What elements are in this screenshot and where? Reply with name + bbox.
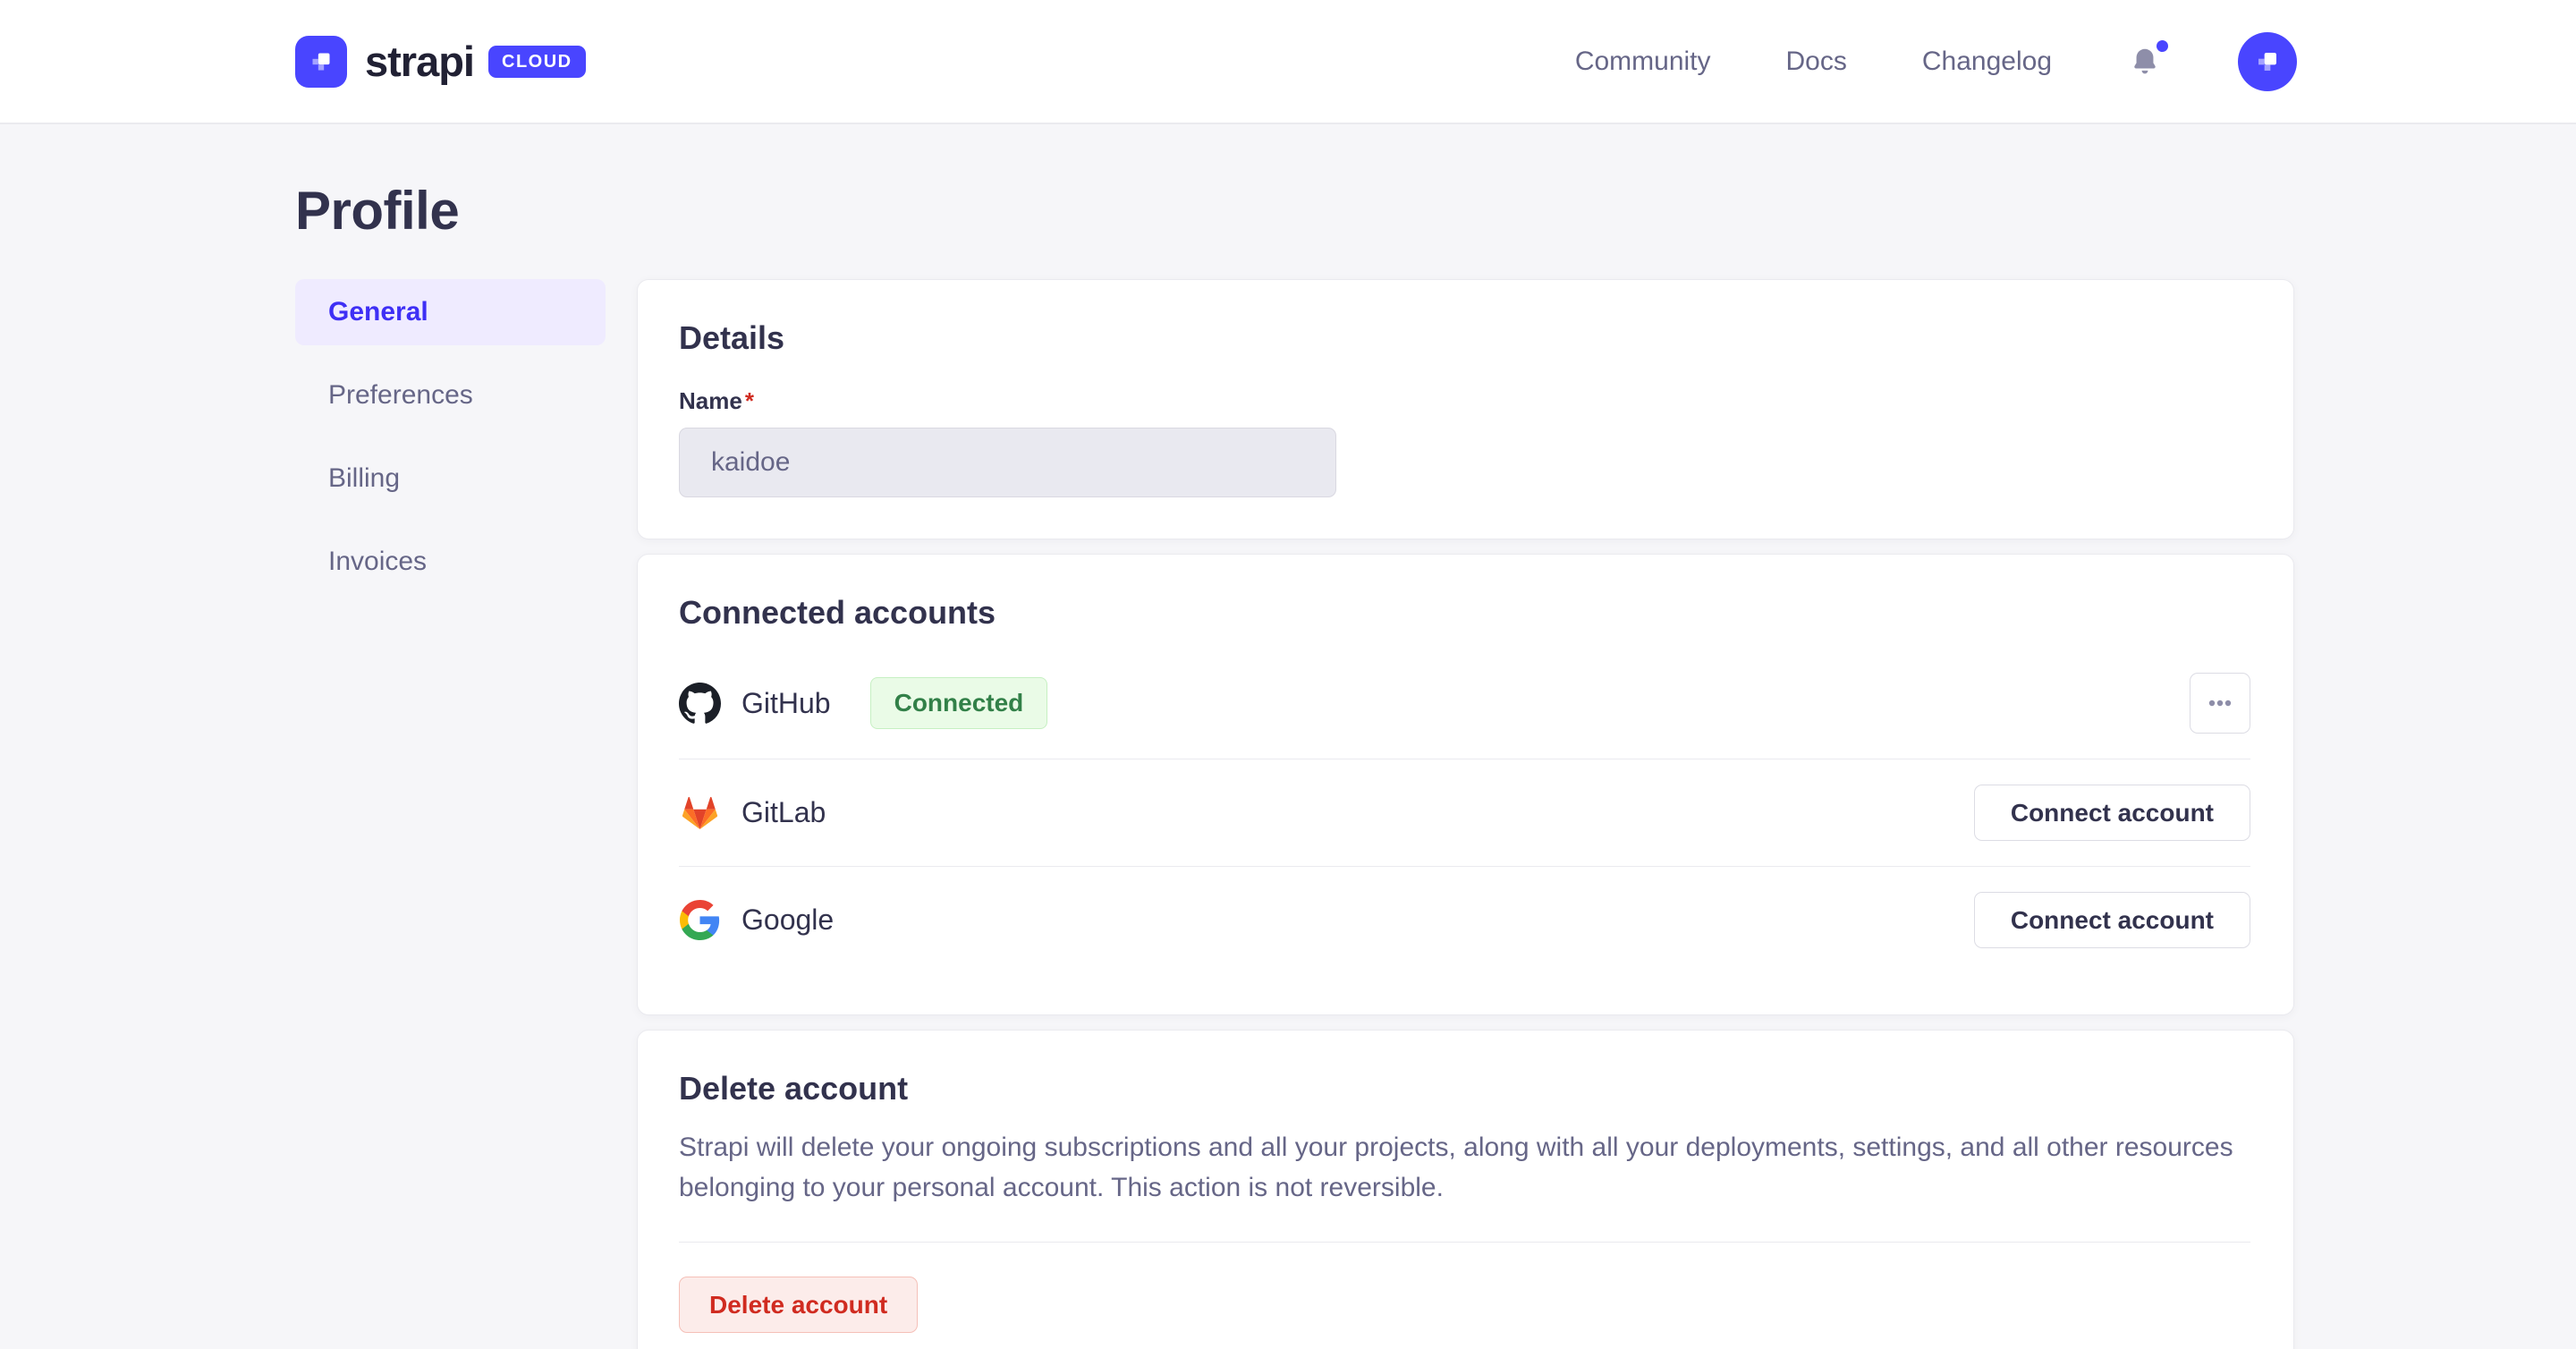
delete-account-button[interactable]: Delete account: [679, 1277, 918, 1333]
main-content: Profile General Preferences Billing Invo…: [0, 124, 2576, 1349]
required-asterisk: *: [745, 387, 754, 414]
connected-accounts-card: Connected accounts GitHub Connected: [637, 554, 2294, 1015]
notification-dot: [2157, 40, 2168, 52]
settings-column: Details Name* Connected accounts: [637, 279, 2294, 1349]
sidebar-item-general[interactable]: General: [295, 279, 606, 345]
profile-side-nav: General Preferences Billing Invoices: [295, 279, 606, 612]
details-card: Details Name*: [637, 279, 2294, 539]
nav-link-changelog[interactable]: Changelog: [1922, 47, 2052, 77]
sidebar-item-billing[interactable]: Billing: [295, 445, 606, 512]
divider: [679, 1242, 2250, 1243]
account-row-gitlab: GitLab Connect account: [679, 759, 2250, 866]
connected-accounts-title: Connected accounts: [679, 594, 2250, 632]
gitlab-connect-account-button[interactable]: Connect account: [1974, 785, 2250, 841]
account-row-github: GitHub Connected: [679, 648, 2250, 759]
delete-account-card: Delete account Strapi will delete your o…: [637, 1030, 2294, 1349]
strapi-logo-icon: [295, 36, 347, 88]
cloud-badge: CLOUD: [488, 46, 586, 78]
github-connected-badge: Connected: [870, 677, 1048, 729]
bell-icon: [2129, 46, 2161, 78]
gitlab-icon: [679, 792, 721, 834]
github-label: GitHub: [741, 687, 831, 720]
sidebar-item-invoices[interactable]: Invoices: [295, 529, 606, 595]
user-avatar[interactable]: [2238, 32, 2297, 91]
delete-account-title: Delete account: [679, 1070, 2250, 1107]
nav-link-docs[interactable]: Docs: [1786, 47, 1847, 77]
account-rows: GitHub Connected: [679, 648, 2250, 973]
avatar-strapi-mark-icon: [2249, 43, 2286, 81]
nav-link-community[interactable]: Community: [1575, 47, 1711, 77]
details-title: Details: [679, 319, 2250, 357]
notifications-button[interactable]: [2127, 42, 2163, 81]
brand-wordmark: strapi: [365, 37, 474, 86]
sidebar-item-preferences[interactable]: Preferences: [295, 362, 606, 428]
name-field-label: Name*: [679, 387, 2250, 415]
strapi-cloud-logo[interactable]: strapi CLOUD: [295, 36, 586, 88]
account-row-google: Google Connect account: [679, 866, 2250, 973]
delete-account-description: Strapi will delete your ongoing subscrip…: [679, 1127, 2250, 1208]
top-nav: Community Docs Changelog: [1575, 32, 2297, 91]
google-icon: [679, 899, 721, 941]
github-icon: [679, 683, 721, 725]
screen: strapi CLOUD Community Docs Changelog: [0, 0, 2576, 1349]
page-title: Profile: [295, 180, 2294, 242]
name-input[interactable]: [679, 428, 1336, 497]
github-more-options-button[interactable]: [2190, 673, 2250, 734]
gitlab-label: GitLab: [741, 796, 826, 829]
ellipsis-icon: [2208, 700, 2232, 707]
top-bar: strapi CLOUD Community Docs Changelog: [0, 0, 2576, 124]
google-label: Google: [741, 904, 834, 937]
google-connect-account-button[interactable]: Connect account: [1974, 892, 2250, 948]
